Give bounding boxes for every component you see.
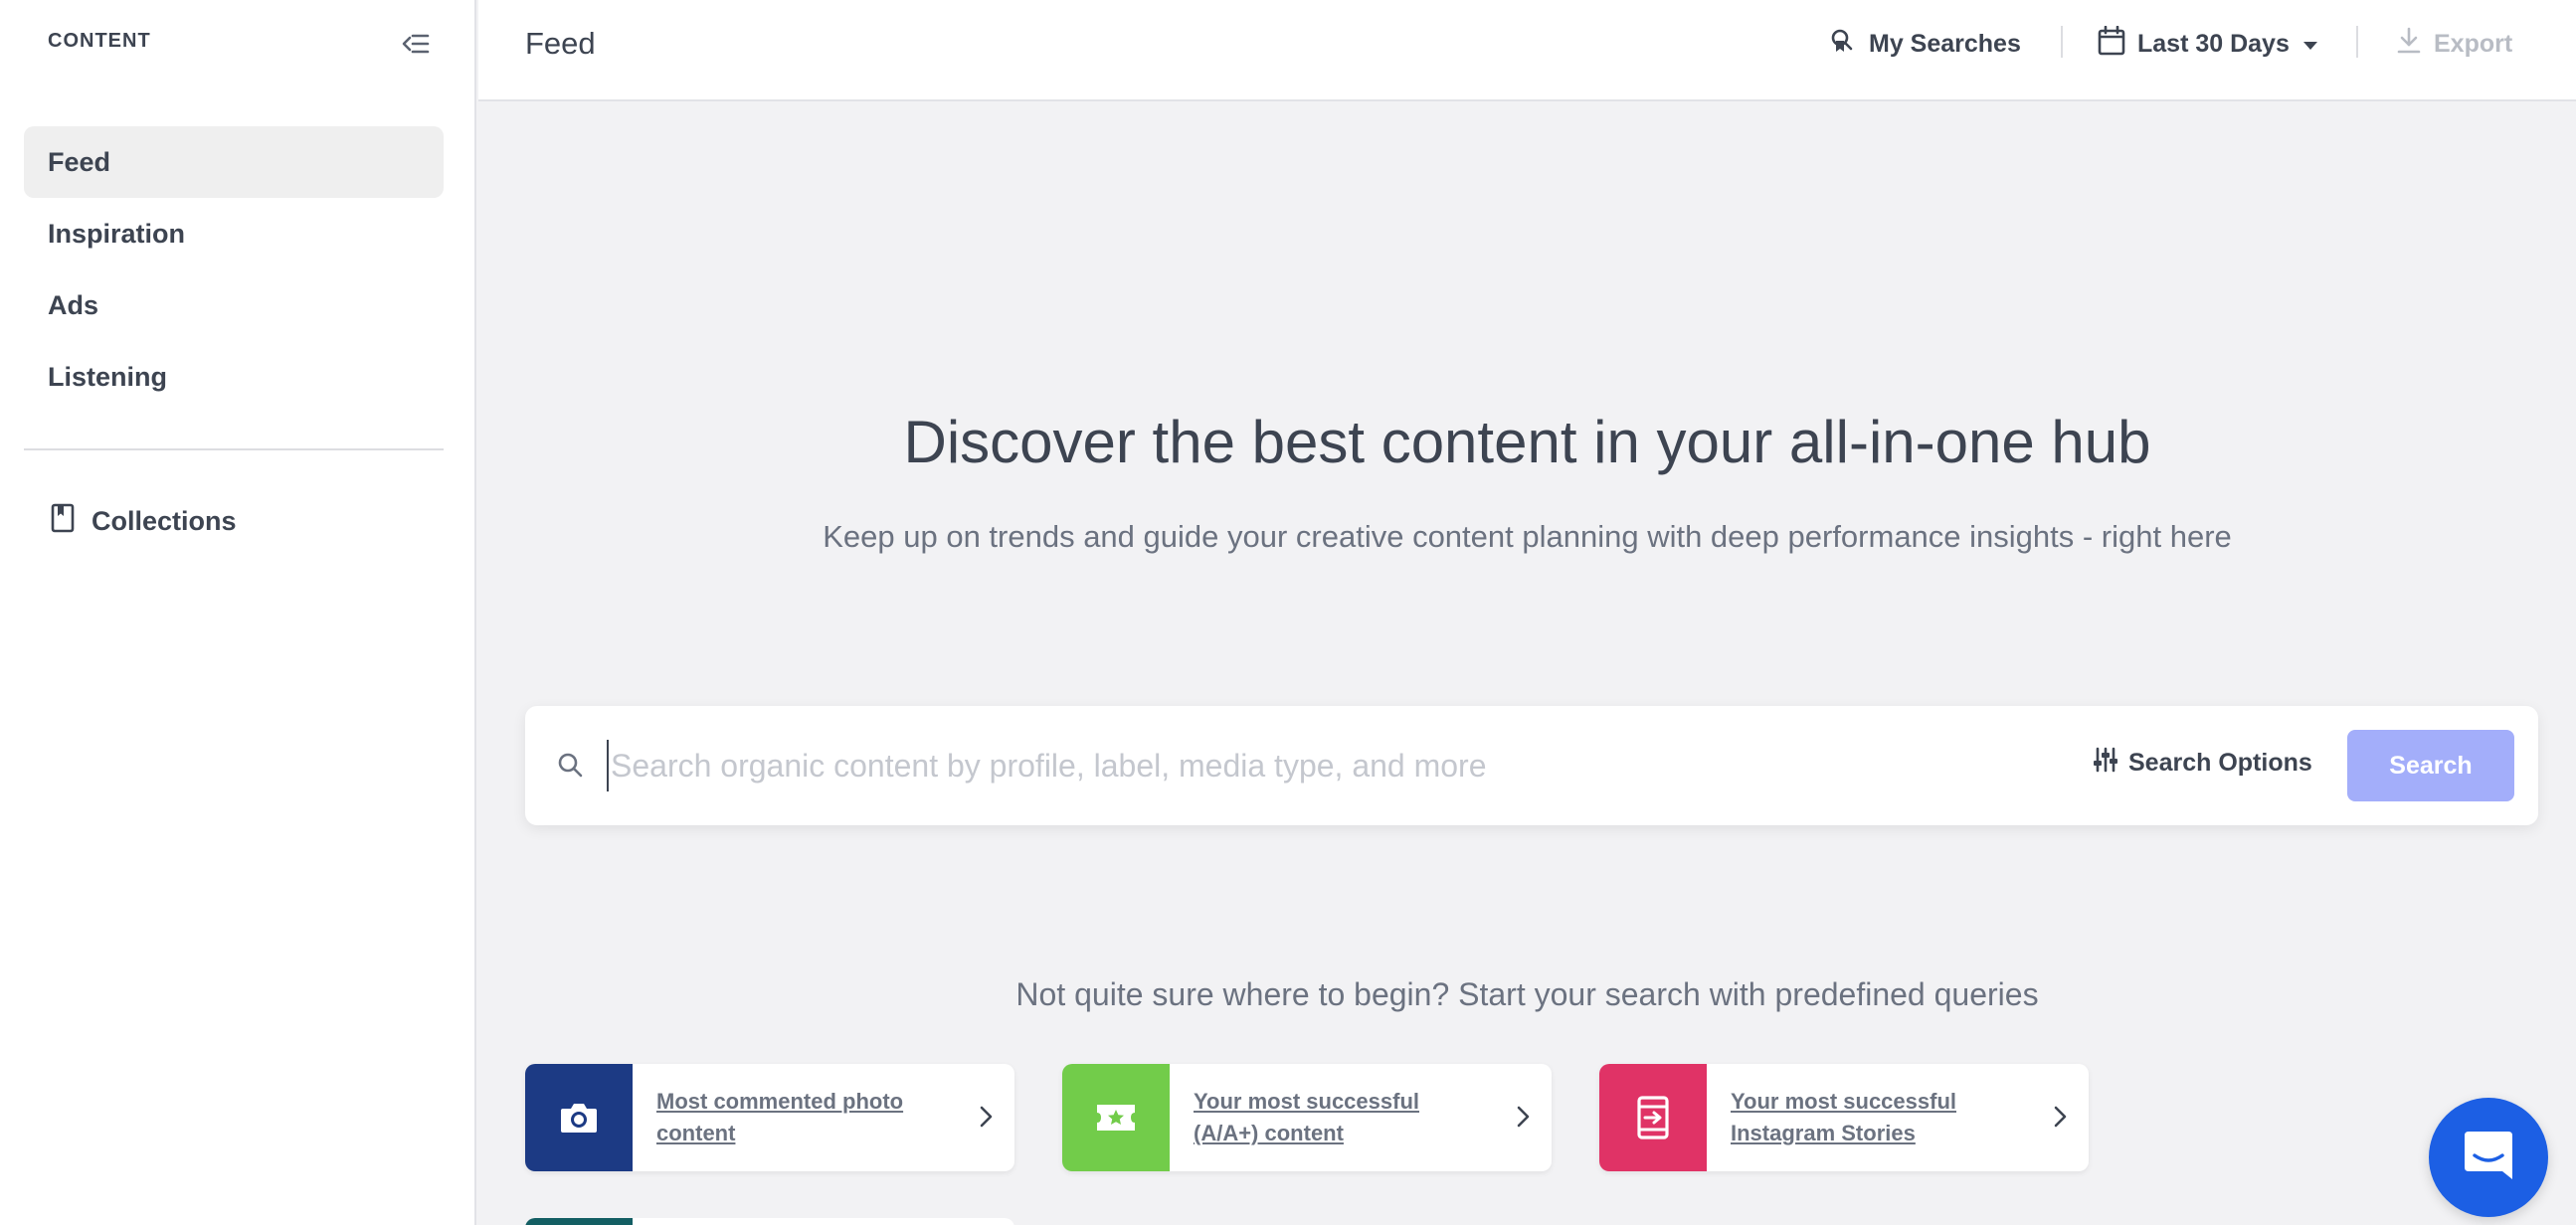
sliders-icon (2093, 746, 2118, 781)
date-range-label: Last 30 Days (2137, 29, 2290, 58)
search-input[interactable] (607, 740, 1999, 791)
page-title: Feed (525, 26, 596, 61)
topbar-separator (2061, 26, 2063, 58)
query-card-label: Your most successful Instagram Stories (1731, 1089, 1956, 1145)
sidebar-item-inspiration[interactable]: Inspiration (24, 198, 444, 269)
sidebar-item-collections[interactable]: Collections (50, 503, 237, 540)
chat-widget-button[interactable] (2429, 1098, 2548, 1217)
collections-label: Collections (92, 506, 237, 536)
chat-icon (2461, 1128, 2516, 1188)
search-icon (555, 750, 587, 782)
top-bar: Feed My Searches Last 30 Days Export (478, 0, 2576, 101)
hero-subtitle: Keep up on trends and guide your creativ… (823, 519, 2232, 554)
search-options-label: Search Options (2128, 749, 2312, 777)
query-card-most-successful-content[interactable]: Your most successful (A/A+) content (1062, 1064, 1552, 1171)
chevron-right-icon (2045, 1102, 2075, 1132)
story-icon (1599, 1064, 1707, 1171)
sidebar-item-ads[interactable]: Ads (24, 269, 444, 341)
predefined-queries-title: Not quite sure where to begin? Start you… (1015, 976, 2039, 1012)
sidebar: CONTENT Feed Inspiration Ads Listening C… (0, 0, 476, 1225)
export-button[interactable]: Export (2396, 24, 2512, 64)
collapse-sidebar-icon[interactable] (400, 28, 432, 60)
search-bar: Search Options Search (525, 706, 2538, 825)
export-label: Export (2434, 29, 2513, 58)
query-card-label: Most commented photo content (656, 1089, 904, 1145)
date-range-dropdown[interactable]: Last 30 Days (2098, 24, 2319, 64)
search-button[interactable]: Search (2347, 730, 2514, 801)
hero-title: Discover the best content in your all-in… (903, 409, 2151, 475)
search-options-button[interactable]: Search Options (2093, 746, 2312, 781)
query-card-label: Your most successful (A/A+) content (1194, 1089, 1419, 1145)
download-icon (2396, 27, 2422, 62)
query-card-most-commented-photos[interactable]: Most commented photo content (525, 1064, 1014, 1171)
sidebar-item-listening[interactable]: Listening (24, 341, 444, 413)
calendar-icon (2098, 25, 2125, 63)
camera-icon (525, 1064, 633, 1171)
query-card-instagram-stories[interactable]: Your most successful Instagram Stories (1599, 1064, 2089, 1171)
chevron-right-icon (971, 1102, 1001, 1132)
query-card-icon-tile (525, 1218, 633, 1225)
bookmark-icon (50, 503, 76, 540)
chevron-right-icon (1508, 1102, 1538, 1132)
sidebar-item-feed[interactable]: Feed (24, 126, 444, 198)
my-searches-label: My Searches (1869, 29, 2021, 58)
sidebar-nav: Feed Inspiration Ads Listening (24, 126, 444, 413)
star-ticket-icon (1062, 1064, 1170, 1171)
saved-search-icon (1829, 27, 1857, 62)
query-card-partial[interactable] (525, 1218, 1014, 1225)
sidebar-header: CONTENT (48, 30, 151, 52)
topbar-separator (2356, 26, 2358, 58)
caret-down-icon (2301, 30, 2319, 59)
my-searches-button[interactable]: My Searches (1829, 24, 2021, 64)
sidebar-divider (24, 448, 444, 450)
